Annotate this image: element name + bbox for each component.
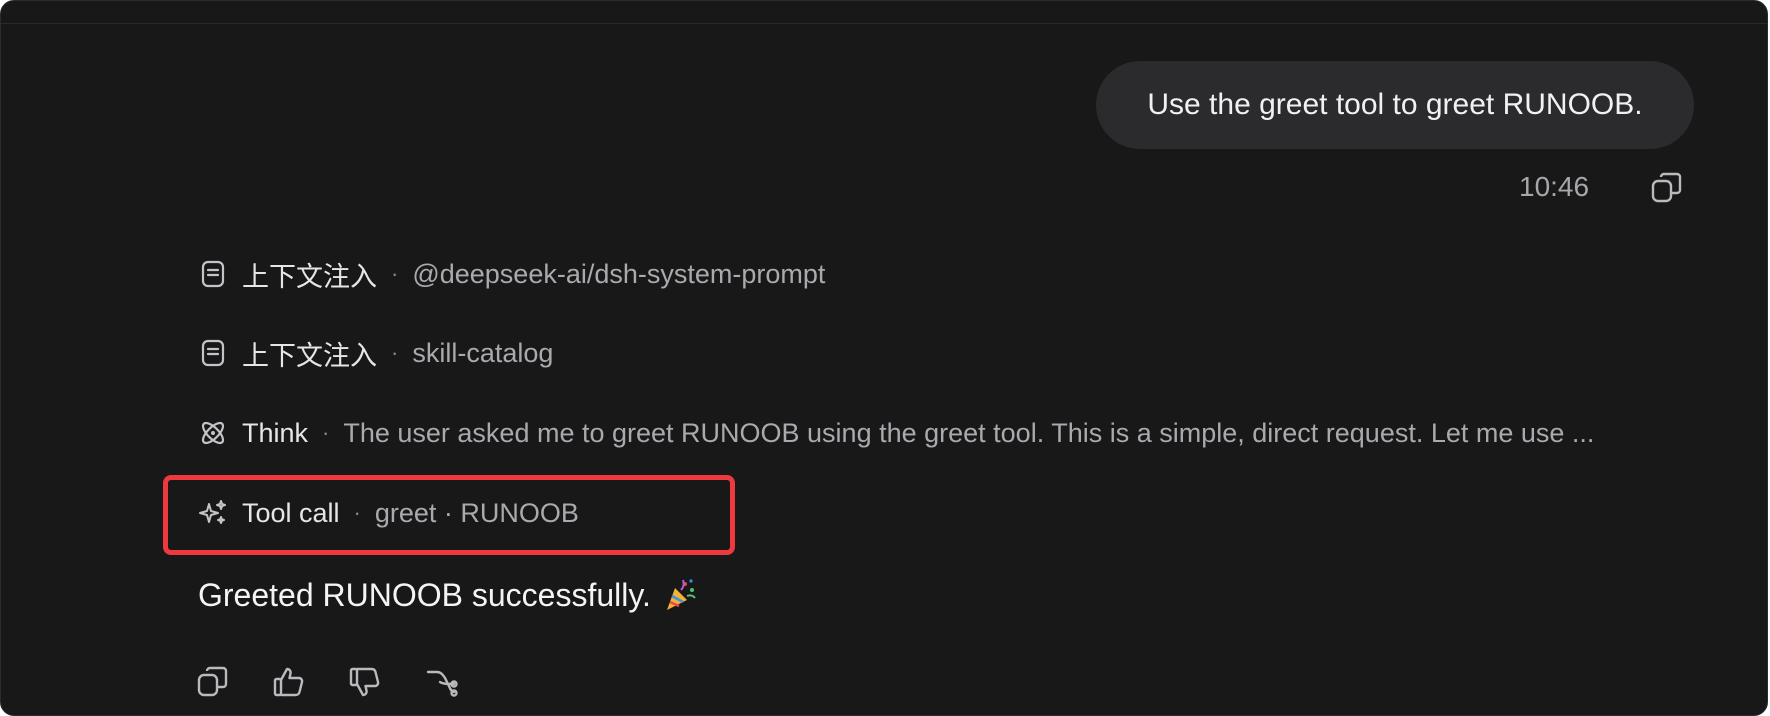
highlight-box — [163, 475, 735, 555]
thumbs-down-icon[interactable] — [348, 665, 382, 699]
message-actions — [196, 665, 458, 699]
chat-panel: Use the greet tool to greet RUNOOB. 10:4… — [0, 0, 1768, 716]
header-divider — [1, 23, 1767, 24]
step-label: 上下文注入 — [242, 340, 377, 371]
message-timestamp: 10:46 — [1519, 171, 1590, 202]
atom-icon — [198, 418, 228, 448]
step-detail: skill-catalog — [412, 337, 554, 368]
step-context-injection-system-prompt[interactable]: 上下文注入 · @deepseek-ai/dsh-system-prompt — [198, 254, 825, 294]
step-label: Think — [242, 417, 309, 448]
step-context-injection-skill-catalog[interactable]: 上下文注入 · skill-catalog — [198, 333, 553, 373]
user-message-text: Use the greet tool to greet RUNOOB. — [1147, 88, 1643, 121]
step-think[interactable]: Think · The user asked me to greet RUNOO… — [198, 413, 1594, 453]
assistant-reply: Greeted RUNOOB successfully. — [198, 576, 699, 614]
step-detail: The user asked me to greet RUNOOB using … — [343, 417, 1595, 448]
party-popper-icon — [661, 576, 699, 614]
document-icon — [198, 259, 228, 289]
document-icon — [198, 338, 228, 368]
copy-icon[interactable] — [196, 665, 230, 699]
assistant-reply-text: Greeted RUNOOB successfully. — [198, 576, 651, 613]
step-separator: · — [322, 420, 330, 445]
step-separator: · — [391, 340, 399, 365]
step-label: 上下文注入 — [242, 261, 377, 292]
step-separator: · — [391, 261, 399, 286]
branch-icon[interactable] — [424, 665, 458, 699]
user-message-bubble: Use the greet tool to greet RUNOOB. — [1096, 61, 1694, 149]
step-detail: @deepseek-ai/dsh-system-prompt — [412, 258, 826, 289]
thumbs-up-icon[interactable] — [272, 665, 306, 699]
copy-icon[interactable] — [1650, 171, 1684, 205]
